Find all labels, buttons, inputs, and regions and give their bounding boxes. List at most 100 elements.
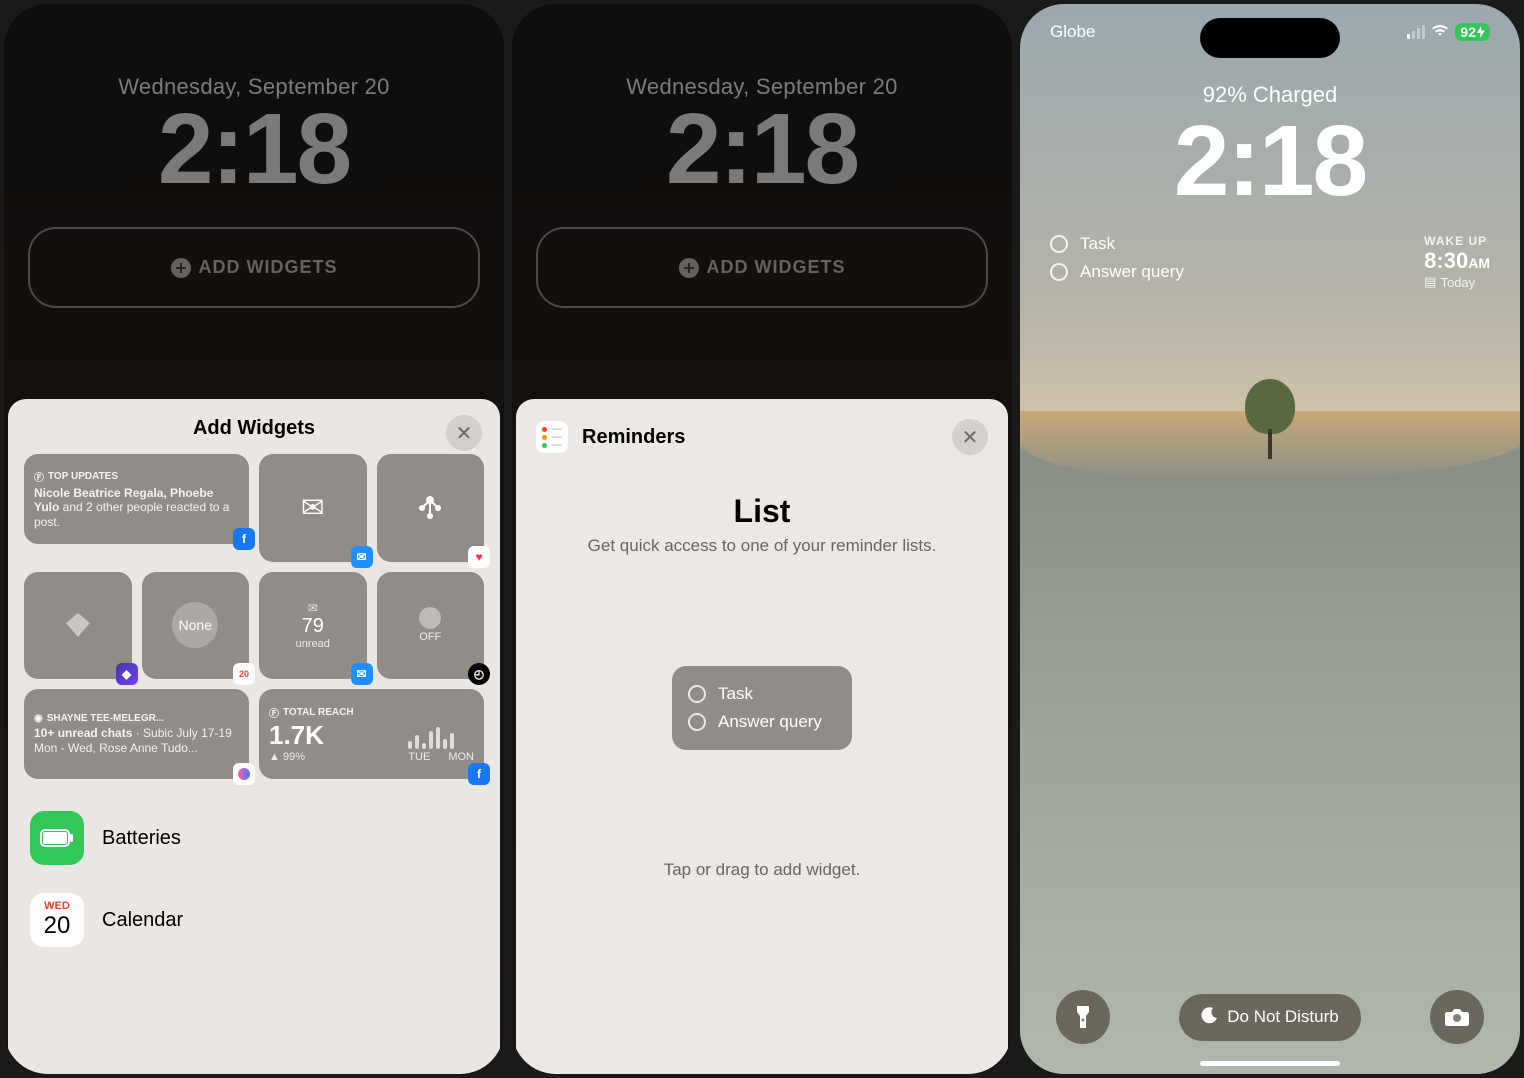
carrier-label: Globe: [1050, 22, 1095, 42]
reminders-widget[interactable]: Task Answer query: [1050, 234, 1184, 290]
add-widgets-slot[interactable]: ADD WIDGETS: [28, 227, 480, 308]
wallpaper-tree: [1245, 379, 1295, 459]
unread-label: unread: [296, 638, 330, 650]
phone-addwidgets: Wednesday, September 20 2:18 ADD WIDGETS…: [4, 4, 504, 1074]
home-indicator[interactable]: [1200, 1061, 1340, 1066]
widget-heading: List: [536, 493, 988, 530]
envelope-icon: ✉︎: [301, 491, 324, 524]
widget-unread-mail[interactable]: ✉︎ 79 unread ✉︎: [259, 572, 367, 680]
reach-d1: TUE: [408, 751, 430, 763]
plus-icon: [171, 258, 191, 278]
preview-item: Answer query: [688, 708, 836, 736]
add-widgets-label: ADD WIDGETS: [199, 257, 338, 278]
add-widgets-slot[interactable]: ADD WIDGETS: [536, 227, 988, 308]
time-text: 2:18: [512, 92, 1012, 207]
moon-icon: [1201, 1006, 1219, 1029]
lockscreen-widgets: Task Answer query WAKE UP 8:30AM ▤ Today: [1050, 234, 1490, 290]
health-badge-icon: ♥: [468, 546, 490, 568]
camera-icon: [1444, 1006, 1470, 1028]
battery-pct: 92: [1460, 24, 1476, 40]
add-widgets-label: ADD WIDGETS: [707, 257, 846, 278]
facebook-badge-icon: f: [468, 763, 490, 785]
sheet-title: Reminders: [582, 426, 685, 449]
close-button[interactable]: ✕: [446, 415, 482, 451]
tree-icon: [412, 490, 448, 526]
focus-button[interactable]: Do Not Disturb: [1179, 994, 1360, 1041]
unread-count: 79: [302, 615, 324, 638]
facebook-badge-icon: f: [233, 528, 255, 550]
app-label: Batteries: [102, 827, 181, 850]
widget-suggestions-grid: ⓕTOP UPDATES Nicole Beatrice Regala, Pho…: [24, 454, 484, 779]
widget-fb-reach[interactable]: ⓕTOTAL REACH 1.7K ▲ 99% TUEMON f: [259, 689, 484, 779]
widget-calendar-none[interactable]: None 20: [142, 572, 250, 680]
preview-text: Answer query: [718, 712, 822, 732]
reminders-widget-sheet: Reminders ✕ List Get quick access to one…: [516, 399, 1008, 1074]
widget-health[interactable]: ♥: [377, 454, 485, 562]
widget-fb-updates[interactable]: ⓕTOP UPDATES Nicole Beatrice Regala, Pho…: [24, 454, 249, 544]
tap-hint: Tap or drag to add widget.: [536, 860, 988, 880]
none-label: None: [179, 617, 212, 633]
cal-weekday: WED: [44, 900, 70, 912]
sheet-header: Add Widgets ✕: [24, 417, 484, 440]
calendar-small-icon: ▤: [1424, 274, 1436, 290]
add-widgets-sheet: Add Widgets ✕ ⓕTOP UPDATES Nicole Beatri…: [8, 399, 500, 1074]
alarm-time: 8:30: [1424, 248, 1468, 273]
preview-text: Task: [718, 684, 753, 704]
widget-clock-alarm[interactable]: OFF ◴: [377, 572, 485, 680]
alarm-ampm: AM: [1468, 255, 1490, 271]
app-row-batteries[interactable]: Batteries: [24, 797, 484, 879]
alarm-widget[interactable]: WAKE UP 8:30AM ▤ Today: [1424, 234, 1490, 290]
close-button[interactable]: ✕: [952, 419, 988, 455]
batteries-icon: [30, 811, 84, 865]
tile-bold: 10+ unread chats: [34, 726, 132, 740]
flashlight-button[interactable]: [1056, 990, 1110, 1044]
shortcuts-icon: [58, 605, 98, 645]
fb-icon: ⓕ: [34, 469, 44, 484]
cal-day: 20: [44, 912, 71, 940]
plus-icon: [679, 258, 699, 278]
mail-badge-icon: ✉︎: [351, 663, 373, 685]
tile-header: TOP UPDATES: [48, 471, 118, 482]
tile-header: SHAYNE TEE-MELEGR...: [47, 713, 164, 724]
radio-icon: [1050, 235, 1068, 253]
widget-app-list: Batteries WED 20 Calendar: [24, 797, 484, 961]
messenger-badge-icon: [233, 763, 255, 785]
app-row-calendar[interactable]: WED 20 Calendar: [24, 879, 484, 961]
alarm-icon: [419, 607, 441, 629]
widget-shortcuts[interactable]: ◆: [24, 572, 132, 680]
reach-d2: MON: [448, 751, 474, 763]
radio-icon: [688, 685, 706, 703]
lockscreen-dim: Wednesday, September 20 2:18 ADD WIDGETS: [512, 74, 1012, 308]
reach-bars: [408, 723, 474, 749]
app-label: Calendar: [102, 909, 183, 932]
time-text: 2:18: [4, 92, 504, 207]
flashlight-icon: [1073, 1004, 1093, 1030]
mail-badge-icon: ✉︎: [351, 546, 373, 568]
reminder-text: Answer query: [1080, 262, 1184, 282]
alarm-label: WAKE UP: [1424, 234, 1490, 248]
radio-icon: [1050, 263, 1068, 281]
battery-indicator: 92: [1455, 23, 1490, 41]
reminder-text: Task: [1080, 234, 1115, 254]
sheet-title: Add Widgets: [193, 417, 315, 440]
reminders-app-icon: [536, 421, 568, 453]
close-icon: ✕: [456, 421, 473, 446]
alarm-sub: Today: [1440, 275, 1475, 290]
reminders-widget-preview[interactable]: Task Answer query: [672, 666, 852, 750]
lockscreen-dim: Wednesday, September 20 2:18 ADD WIDGETS: [4, 74, 504, 308]
tile-rest: and 2 other people reacted to a post.: [34, 500, 229, 528]
sheet-header: Reminders ✕: [536, 421, 988, 453]
reach-pct: 99%: [283, 751, 305, 763]
reach-value: 1.7K: [269, 720, 324, 751]
radio-icon: [688, 713, 706, 731]
camera-button[interactable]: [1430, 990, 1484, 1044]
wallpaper-rock: [1020, 411, 1520, 1074]
calendar-app-icon: WED 20: [30, 893, 84, 947]
shortcuts-badge-icon: ◆: [116, 663, 138, 685]
tile-header: TOTAL REACH: [283, 707, 354, 718]
bottom-controls: Do Not Disturb: [1020, 990, 1520, 1044]
widget-messenger[interactable]: ◉SHAYNE TEE-MELEGR... 10+ unread chats ·…: [24, 689, 249, 779]
widget-subheading: Get quick access to one of your reminder…: [536, 536, 988, 556]
widget-mail[interactable]: ✉︎ ✉︎: [259, 454, 367, 562]
phone-reminders: Wednesday, September 20 2:18 ADD WIDGETS…: [512, 4, 1012, 1074]
